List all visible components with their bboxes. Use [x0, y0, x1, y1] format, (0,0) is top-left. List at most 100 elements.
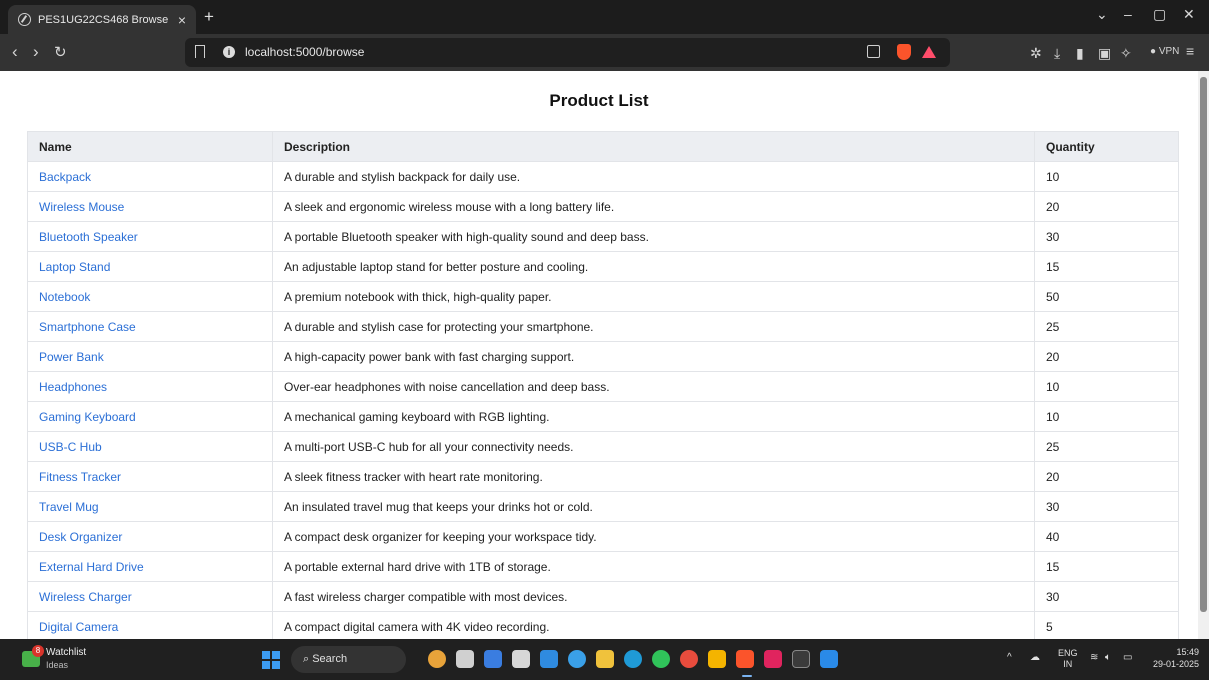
product-link[interactable]: External Hard Drive [39, 560, 144, 574]
column-header-quantity: Quantity [1034, 131, 1179, 162]
search-label: Search [312, 653, 348, 665]
store-app-icon[interactable] [540, 650, 558, 668]
brave-browser-icon[interactable] [736, 650, 754, 668]
product-name-cell: Notebook [27, 281, 273, 312]
cloud-sync-icon[interactable]: ☁ [1030, 652, 1040, 663]
product-description-cell: A sleek fitness tracker with heart rate … [272, 461, 1035, 492]
browser-tab[interactable]: PES1UG22CS468 Browse × [8, 5, 196, 34]
back-button[interactable]: ‹ [12, 42, 18, 62]
show-hidden-icons-chevron-icon[interactable]: ^ [1007, 652, 1012, 663]
address-bar[interactable]: i localhost:5000/browse [185, 38, 950, 67]
youtube-icon[interactable] [764, 650, 782, 668]
help-app-icon[interactable] [568, 650, 586, 668]
calculator-icon[interactable] [512, 650, 530, 668]
system-clock[interactable]: 15:49 29-01-2025 [1149, 646, 1199, 670]
product-link[interactable]: Travel Mug [39, 500, 99, 514]
downloads-icon[interactable]: ⤓ [1054, 45, 1060, 62]
product-description-cell: A durable and stylish case for protectin… [272, 311, 1035, 342]
file-explorer-icon[interactable] [596, 650, 614, 668]
product-table: Name Description Quantity Backpack A dura… [27, 131, 1179, 642]
forward-button[interactable]: › [33, 42, 39, 62]
product-quantity-cell: 50 [1034, 281, 1179, 312]
clock-date: 29-01-2025 [1152, 659, 1199, 669]
copilot-app-icon[interactable] [428, 650, 446, 668]
product-link[interactable]: Notebook [39, 290, 90, 304]
product-link[interactable]: Digital Camera [39, 620, 118, 634]
product-description-cell: A compact desk organizer for keeping you… [272, 521, 1035, 552]
product-link[interactable]: Gaming Keyboard [39, 410, 136, 424]
tab-close-button[interactable]: × [178, 12, 186, 28]
product-quantity-cell: 10 [1034, 401, 1179, 432]
tab-search-chevron-icon[interactable]: ⌄ [1096, 6, 1108, 23]
product-quantity-cell: 25 [1034, 431, 1179, 462]
sidebar-icon[interactable]: ▮ [1076, 45, 1084, 62]
start-button[interactable] [262, 651, 280, 669]
volume-icon[interactable]: 🔈︎ [1105, 652, 1111, 663]
vpn-label: VPN [1158, 46, 1180, 57]
product-name-cell: Desk Organizer [27, 521, 273, 552]
product-quantity-cell: 10 [1034, 371, 1179, 402]
product-link[interactable]: Desk Organizer [39, 530, 122, 544]
leo-ai-icon[interactable]: ✧ [1120, 45, 1132, 62]
product-link[interactable]: Headphones [39, 380, 107, 394]
product-table-body: Backpack A durable and stylish backpack f… [27, 161, 1179, 642]
bookmark-icon[interactable] [195, 45, 205, 58]
language-indicator[interactable]: ENG IN [1058, 648, 1078, 670]
product-link[interactable]: Backpack [39, 170, 91, 184]
product-quantity-cell: 40 [1034, 521, 1179, 552]
site-info-icon[interactable]: i [223, 46, 235, 58]
terminal-icon[interactable] [792, 650, 810, 668]
widgets-app-icon[interactable] [484, 650, 502, 668]
product-link[interactable]: Power Bank [39, 350, 104, 364]
product-name-cell: Gaming Keyboard [27, 401, 273, 432]
product-link[interactable]: Smartphone Case [39, 320, 136, 334]
extensions-icon[interactable]: ✲ [1030, 45, 1042, 62]
new-tab-button[interactable]: + [204, 7, 214, 27]
page-scrollbar[interactable] [1198, 71, 1209, 639]
product-quantity-cell: 15 [1034, 551, 1179, 582]
reload-icon[interactable]: ↻ [54, 43, 67, 61]
table-row: External Hard Drive A portable external h… [27, 551, 1179, 582]
minimize-button[interactable]: – [1124, 6, 1132, 22]
browser-toolbar: ‹ › ↻ i localhost:5000/browse ✲ ⤓ ▮ ▣ ✧ … [0, 34, 1209, 71]
url-text[interactable]: localhost:5000/browse [245, 45, 364, 59]
product-link[interactable]: Fitness Tracker [39, 470, 121, 484]
table-row: Smartphone Case A durable and stylish cas… [27, 311, 1179, 342]
product-description-cell: A multi-port USB-C hub for all your conn… [272, 431, 1035, 462]
whatsapp-icon[interactable] [652, 650, 670, 668]
close-window-button[interactable]: ✕ [1183, 6, 1195, 23]
taskbar-search[interactable]: ⌕ Search [291, 646, 406, 673]
product-name-cell: Bluetooth Speaker [27, 221, 273, 252]
battery-icon[interactable]: ▭ [1123, 652, 1132, 663]
page-content: Product List Name Description Quantity B… [0, 71, 1198, 642]
menu-icon[interactable]: ≡ [1186, 43, 1194, 59]
product-link[interactable]: Wireless Mouse [39, 200, 124, 214]
widget-subtitle: Ideas [46, 660, 69, 670]
brave-rewards-icon[interactable] [922, 46, 936, 58]
product-quantity-cell: 15 [1034, 251, 1179, 282]
product-description-cell: A sleek and ergonomic wireless mouse wit… [272, 191, 1035, 222]
brave-shields-icon[interactable] [897, 44, 911, 60]
table-row: Notebook A premium notebook with thick, h… [27, 281, 1179, 312]
task-view-icon[interactable] [456, 650, 474, 668]
tab-favicon-icon [18, 13, 31, 26]
product-name-cell: Smartphone Case [27, 311, 273, 342]
chrome-icon[interactable] [680, 650, 698, 668]
vscode-icon[interactable] [820, 650, 838, 668]
google-drive-icon[interactable] [708, 650, 726, 668]
vpn-button[interactable]: ● VPN [1150, 46, 1179, 57]
wifi-icon[interactable]: ≋ [1090, 652, 1098, 663]
clock-time: 15:49 [1176, 647, 1199, 657]
edge-browser-icon[interactable] [624, 650, 642, 668]
wallet-icon[interactable]: ▣ [1098, 45, 1111, 62]
table-row: Wireless Mouse A sleek and ergonomic wire… [27, 191, 1179, 222]
product-description-cell: An insulated travel mug that keeps your … [272, 491, 1035, 522]
product-name-cell: Power Bank [27, 341, 273, 372]
share-icon[interactable] [867, 45, 880, 58]
product-link[interactable]: Wireless Charger [39, 590, 132, 604]
scrollbar-thumb[interactable] [1200, 77, 1207, 612]
product-link[interactable]: Bluetooth Speaker [39, 230, 138, 244]
product-link[interactable]: Laptop Stand [39, 260, 110, 274]
product-link[interactable]: USB-C Hub [39, 440, 102, 454]
restore-button[interactable]: ▢ [1153, 6, 1166, 23]
